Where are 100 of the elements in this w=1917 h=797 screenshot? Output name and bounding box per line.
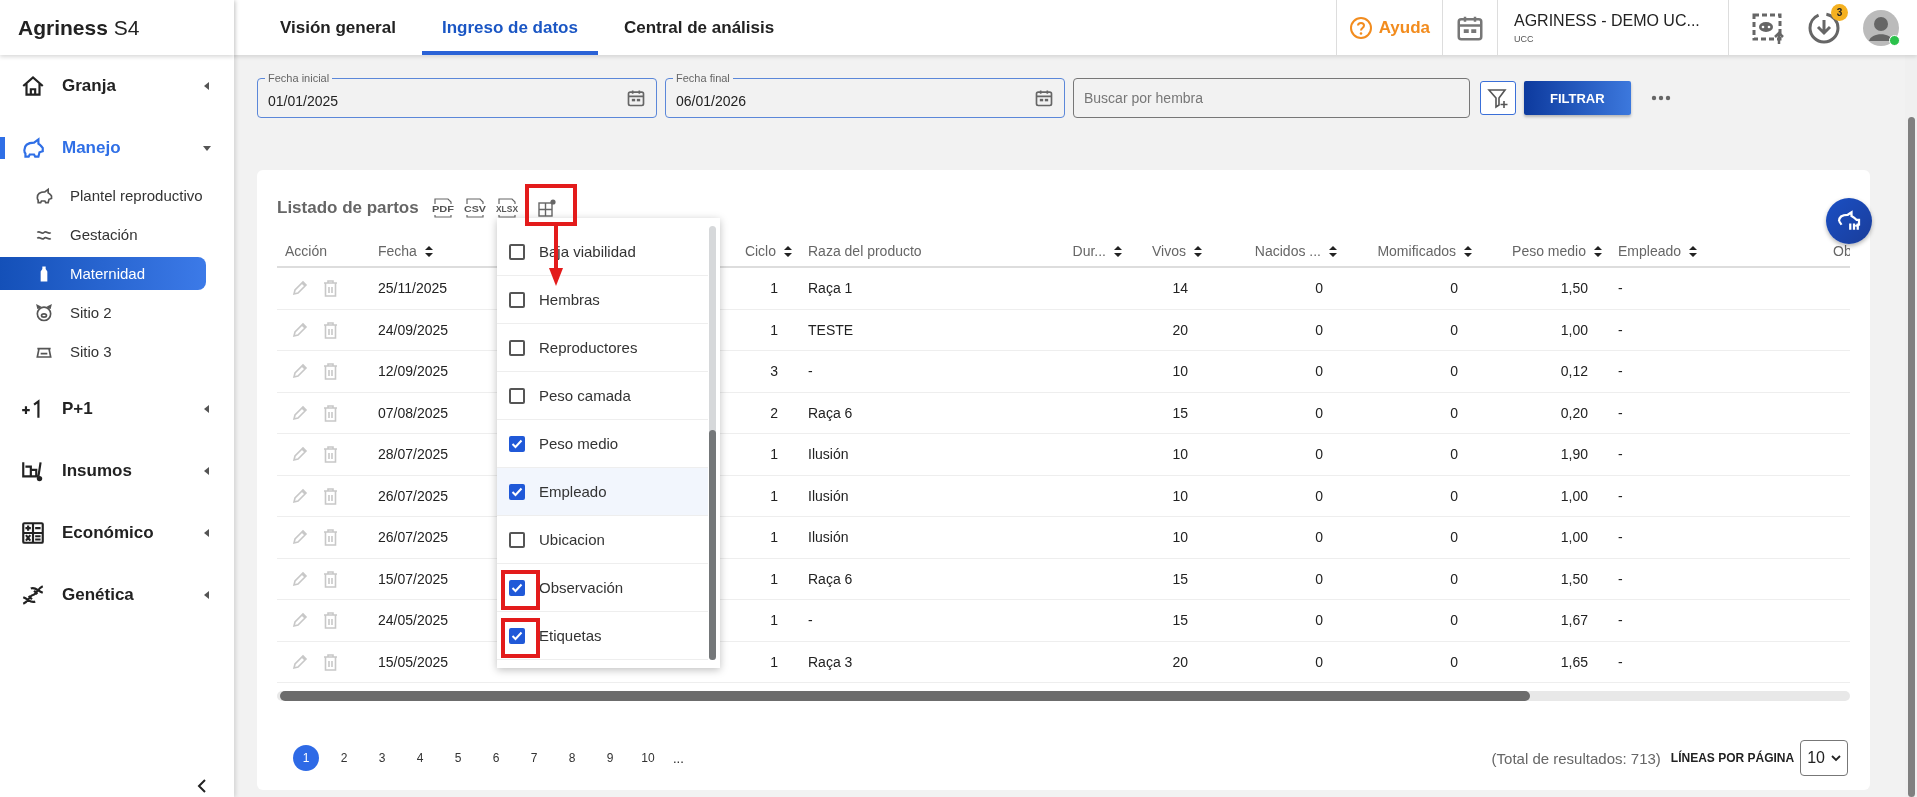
table-cell: 1,50: [1560, 280, 1588, 297]
caret-icon: [202, 81, 212, 91]
rows-per-page-label: LÍNEAS POR PÁGINA: [1670, 751, 1795, 765]
sidebar-subitem[interactable]: Gestación: [0, 218, 206, 251]
column-header: Empleado: [1618, 243, 1682, 259]
column-option[interactable]: Hembras: [497, 276, 708, 324]
page-button[interactable]: 3: [369, 745, 395, 771]
table-cell: 3: [770, 363, 778, 380]
sort-icon[interactable]: [1329, 245, 1337, 257]
table-cell: 0: [1315, 404, 1323, 421]
horizontal-scrollbar[interactable]: [277, 691, 1850, 701]
farm-name[interactable]: AGRINESS - DEMO UC...: [1514, 11, 1700, 30]
checkbox[interactable]: [509, 435, 525, 452]
table-cell: 1,65: [1560, 653, 1588, 670]
checkbox[interactable]: [509, 531, 525, 548]
sidebar-item[interactable]: Granja: [0, 55, 234, 117]
table-cell: Raça 6: [808, 570, 853, 587]
checkbox[interactable]: [509, 243, 525, 260]
table-cell: 1: [770, 321, 778, 338]
more-icon[interactable]: [1650, 95, 1671, 101]
sidebar-item[interactable]: Insumos: [0, 440, 234, 502]
sort-icon[interactable]: [1464, 245, 1472, 257]
table-cell: TESTE: [808, 321, 854, 338]
table-cell: -: [1618, 487, 1623, 504]
pig-icon: [34, 185, 54, 206]
page-button[interactable]: 5: [445, 745, 471, 771]
sidebar-subitem[interactable]: Plantel reproductivo: [0, 179, 206, 212]
nav-tab[interactable]: Visión general: [260, 0, 416, 55]
nav-tab[interactable]: Ingreso de datos: [421, 0, 598, 55]
page-button[interactable]: 8: [559, 745, 585, 771]
sort-icon[interactable]: [1194, 245, 1202, 257]
table-cell: 0: [1450, 529, 1458, 546]
table-cell: 0: [1450, 612, 1458, 629]
filter-button[interactable]: FILTRAR: [1524, 81, 1631, 115]
checkbox[interactable]: [509, 387, 525, 404]
caret-icon: [202, 466, 212, 476]
table-settings-icon: [536, 198, 557, 218]
page-button[interactable]: 4: [407, 745, 433, 771]
page-button[interactable]: 6: [483, 745, 509, 771]
collapse-icon[interactable]: [196, 779, 208, 793]
sidebar-subitem[interactable]: Sitio 3: [0, 335, 206, 368]
table-cell: 0: [1315, 446, 1323, 463]
column-option[interactable]: Etiquetas: [497, 612, 708, 660]
add-filter-button[interactable]: [1480, 81, 1516, 115]
sidebar-item[interactable]: Económico: [0, 502, 234, 564]
pig-face-icon: [34, 302, 54, 323]
sort-icon[interactable]: [424, 245, 433, 257]
page-button[interactable]: 2: [331, 745, 357, 771]
sort-icon[interactable]: [784, 245, 792, 257]
page-button[interactable]: 10: [635, 745, 661, 771]
table-cell: 1: [770, 280, 778, 297]
sidebar-item[interactable]: Manejo: [0, 117, 234, 179]
table-cell: -: [1618, 653, 1623, 670]
sort-icon[interactable]: [1114, 245, 1122, 257]
calendar-icon[interactable]: [626, 88, 646, 108]
field-label: Fecha inicial: [265, 71, 333, 85]
page-button[interactable]: 1: [293, 745, 319, 771]
checkbox[interactable]: [509, 627, 525, 644]
column-option[interactable]: Reproductores: [497, 324, 708, 372]
table-cell: 15/05/2025: [378, 653, 449, 670]
table-cell: 0: [1450, 570, 1458, 587]
column-option[interactable]: Peso camada: [497, 372, 708, 420]
table-cell: 0: [1315, 363, 1323, 380]
pig-action-button[interactable]: [1826, 198, 1872, 244]
column-option[interactable]: Empleado: [497, 468, 708, 516]
page-button[interactable]: 7: [521, 745, 547, 771]
sort-icon[interactable]: [1689, 245, 1698, 257]
table-cell: -: [808, 612, 813, 629]
checkbox[interactable]: [509, 291, 525, 308]
table-cell: 10: [1172, 363, 1188, 380]
filter-plus-icon: [1486, 86, 1510, 110]
table-cell: Ilusión: [808, 487, 849, 504]
download-icon[interactable]: [1807, 10, 1841, 45]
nav-tab[interactable]: Central de análisis: [603, 0, 795, 55]
column-settings-button[interactable]: [536, 198, 557, 218]
table-cell: 14: [1172, 280, 1188, 297]
table-cell: Raça 6: [808, 404, 853, 421]
sidebar-item[interactable]: Genética: [0, 564, 234, 626]
table-cell: 1: [770, 570, 778, 587]
checkbox[interactable]: [509, 339, 525, 356]
table-cell: 1: [770, 446, 778, 463]
sidebar-item[interactable]: P+1: [0, 378, 234, 440]
checkbox[interactable]: [509, 483, 525, 500]
sidebar-subitem[interactable]: Maternidad: [0, 257, 206, 290]
table-cell: 1,00: [1560, 487, 1588, 504]
column-option[interactable]: Observación: [497, 564, 708, 612]
table-cell: 1: [770, 529, 778, 546]
column-header: Vivos: [1152, 243, 1186, 259]
avatar-icon[interactable]: [1863, 9, 1899, 46]
sort-icon[interactable]: [1594, 245, 1602, 257]
calculator-icon: [20, 520, 46, 546]
sidebar-subitem[interactable]: Sitio 2: [0, 296, 206, 329]
menu-scrollbar[interactable]: [709, 226, 716, 660]
page-button[interactable]: 9: [597, 745, 623, 771]
table-cell: Raça 3: [808, 653, 853, 670]
calendar-icon[interactable]: [1034, 88, 1054, 108]
rows-per-page-select[interactable]: 10: [1800, 740, 1848, 776]
search-field[interactable]: Buscar por hembra: [1073, 78, 1470, 118]
checkbox[interactable]: [509, 579, 525, 596]
column-option[interactable]: Ubicacion: [497, 516, 708, 564]
